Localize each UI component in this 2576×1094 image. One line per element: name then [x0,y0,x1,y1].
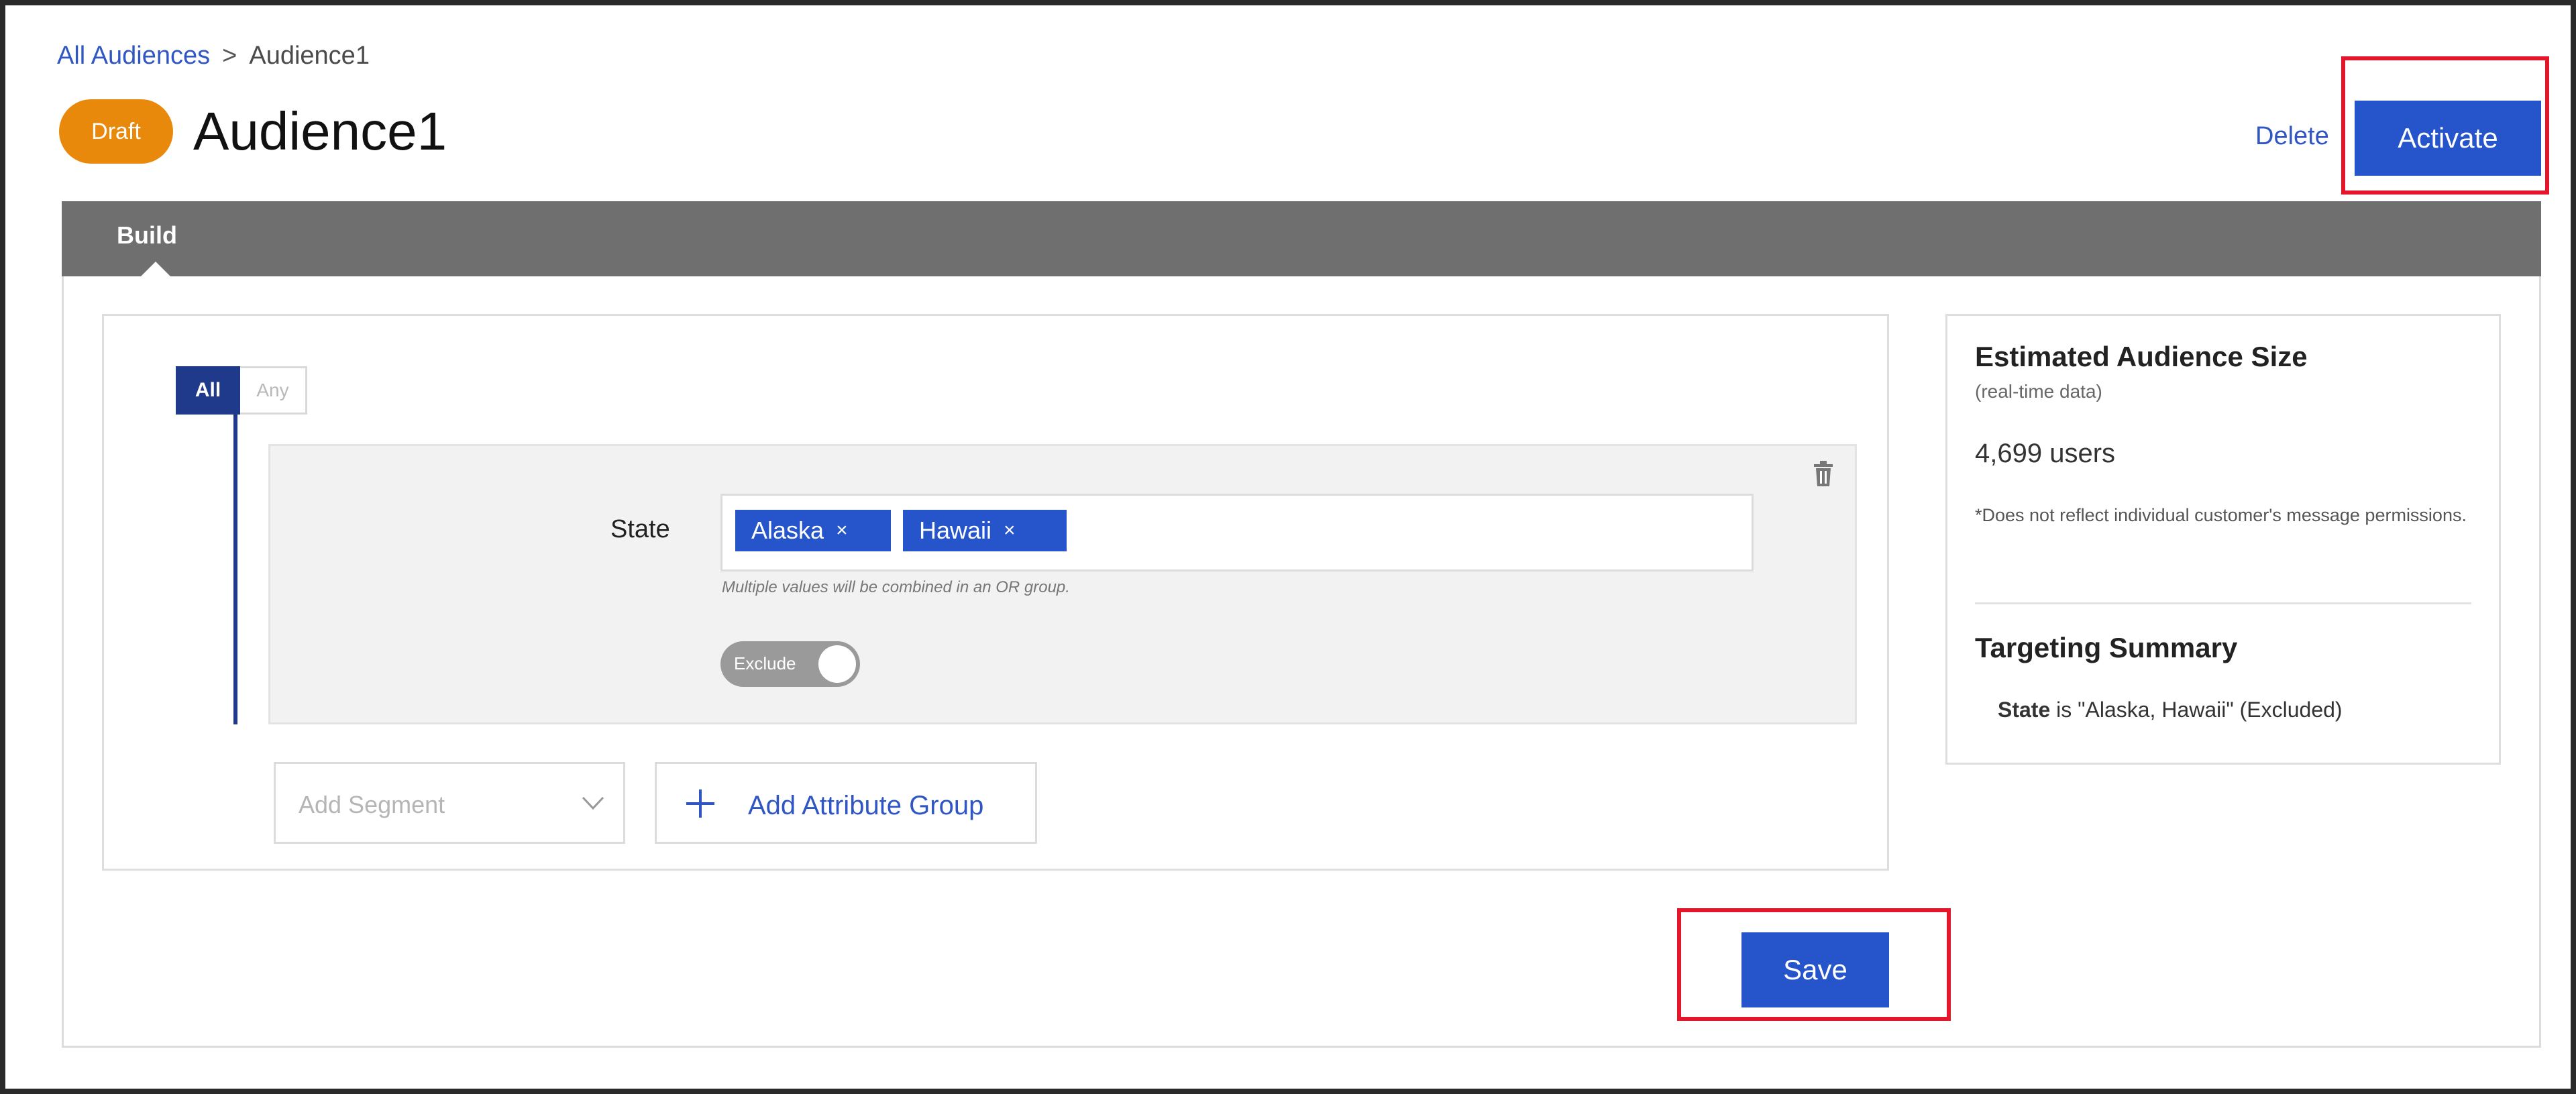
plus-icon [686,789,714,818]
targeting-summary-text: is "Alaska, Hawaii" (Excluded) [2050,698,2343,722]
close-icon[interactable]: × [836,519,848,542]
breadcrumb: All Audiences > Audience1 [57,42,370,70]
delete-link[interactable]: Delete [2255,122,2329,151]
audience-user-count: 4,699 users [1975,439,2116,468]
value-tag-label: Hawaii [919,516,992,544]
tab-active-caret [141,262,170,276]
chevron-down-icon [582,796,604,810]
targeting-summary-title: Targeting Summary [1975,632,2238,663]
audience-size-title: Estimated Audience Size [1975,341,2308,372]
breadcrumb-current: Audience1 [249,42,370,70]
close-icon[interactable]: × [1004,519,1016,542]
exclude-toggle-label: Exclude [734,653,796,673]
tab-bar [62,201,2541,276]
page-title: Audience1 [193,101,447,161]
add-segment-select[interactable]: Add Segment [274,762,625,844]
add-attribute-group-button[interactable]: Add Attribute Group [655,762,1037,844]
value-tag-hawaii: Hawaii × [903,510,1067,551]
targeting-summary-line: State is "Alaska, Hawaii" (Excluded) [1998,698,2343,722]
tab-build[interactable]: Build [117,221,177,250]
value-tag-alaska: Alaska × [735,510,891,551]
exclude-toggle[interactable]: Exclude [720,641,860,687]
activate-highlight-box [2341,56,2549,195]
condition-attribute-label: State [610,515,670,543]
match-all-toggle[interactable]: All [176,366,240,415]
audience-size-note: *Does not reflect individual customer's … [1975,505,2467,525]
add-attribute-group-label: Add Attribute Group [748,791,984,820]
trash-icon[interactable] [1811,460,1835,487]
summary-divider [1975,602,2471,604]
audience-size-subtitle: (real-time data) [1975,381,2102,402]
group-connector-line [233,415,237,724]
breadcrumb-all-audiences-link[interactable]: All Audiences [57,42,210,70]
targeting-summary-key: State [1998,698,2051,722]
match-any-toggle[interactable]: Any [240,366,307,415]
toggle-knob [818,645,856,683]
save-button[interactable]: Save [1741,932,1889,1007]
helper-text: Multiple values will be combined in an O… [722,578,1070,596]
breadcrumb-separator: > [222,42,237,70]
add-segment-placeholder: Add Segment [299,791,445,818]
status-badge: Draft [59,99,173,164]
value-tag-label: Alaska [751,516,824,544]
